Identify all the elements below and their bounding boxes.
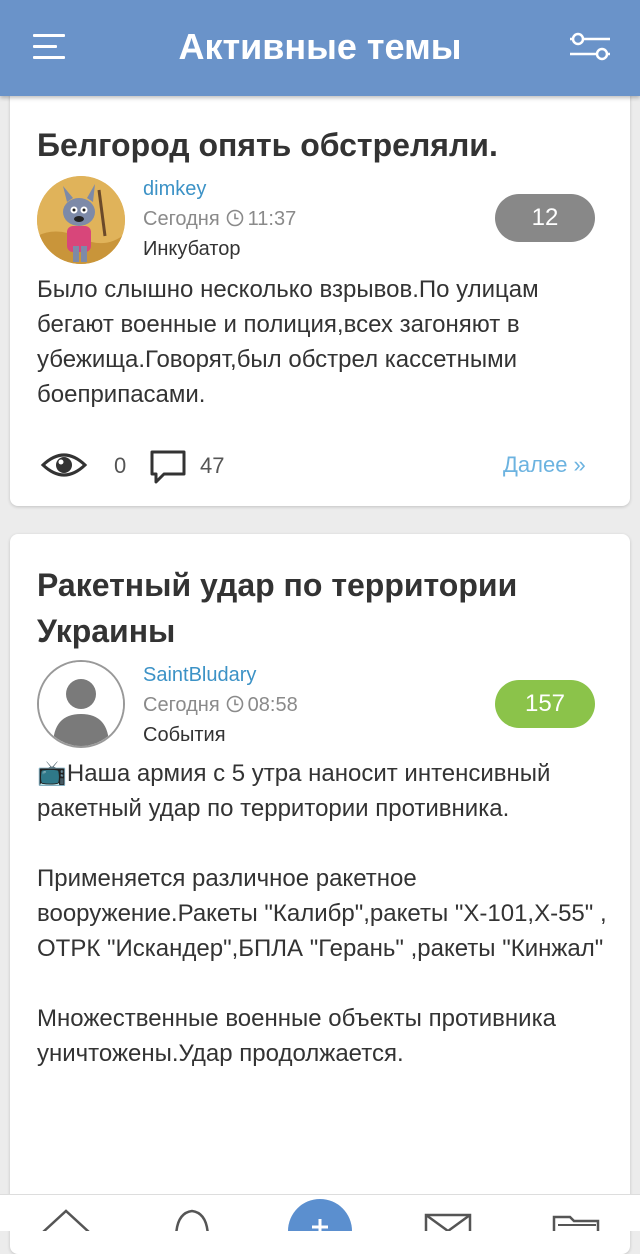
app-bar: Активные темы: [0, 0, 640, 96]
page-title: Активные темы: [178, 26, 462, 67]
author-name[interactable]: dimkey: [143, 178, 206, 201]
sliders-icon[interactable]: [568, 30, 612, 64]
clock-icon: [226, 695, 244, 719]
add-icon[interactable]: [288, 1199, 352, 1231]
forum-name[interactable]: События: [143, 724, 226, 747]
date-label: Сегодня: [143, 208, 220, 230]
post-date: Сегодня 11:37: [143, 208, 296, 233]
topic-card[interactable]: Ракетный удар по территории Украины Sain…: [10, 534, 630, 1254]
date-label: Сегодня: [143, 694, 220, 716]
tv-icon: 📺: [37, 760, 67, 787]
topic-card[interactable]: Белгород опять обстреляли. dimkey Сегодн…: [10, 84, 630, 506]
avatar[interactable]: [37, 176, 125, 264]
mail-icon[interactable]: [424, 1213, 472, 1231]
avatar[interactable]: [37, 660, 125, 748]
clock-icon: [226, 209, 244, 233]
comment-icon: [148, 448, 188, 491]
home-icon[interactable]: [38, 1209, 94, 1231]
topic-title[interactable]: Ракетный удар по территории Украины: [37, 562, 610, 654]
forum-name[interactable]: Инкубатор: [143, 238, 240, 261]
topic-excerpt: Было слышно несколько взрывов.По улицам …: [37, 276, 546, 408]
read-more-link[interactable]: Далее »: [503, 452, 586, 478]
reply-count-badge: 157: [495, 680, 595, 728]
eye-icon: [40, 449, 88, 486]
post-date: Сегодня 08:58: [143, 694, 298, 719]
topic-excerpt: 📺Наша армия с 5 утра наносит интенсивный…: [37, 756, 610, 1071]
views-count: 0: [114, 453, 127, 478]
time-label: 11:37: [247, 208, 297, 230]
bell-icon[interactable]: [172, 1209, 212, 1231]
time-label: 08:58: [247, 694, 298, 716]
folder-icon[interactable]: [552, 1213, 602, 1231]
comments-count: 47: [200, 453, 225, 478]
reply-count-badge: 12: [495, 194, 595, 242]
author-name[interactable]: SaintBludary: [143, 664, 256, 687]
topic-title[interactable]: Белгород опять обстреляли.: [37, 122, 610, 168]
bottom-nav: [0, 1194, 640, 1231]
topic-excerpt-text: Наша армия с 5 утра наносит интенсивный …: [37, 760, 607, 1067]
